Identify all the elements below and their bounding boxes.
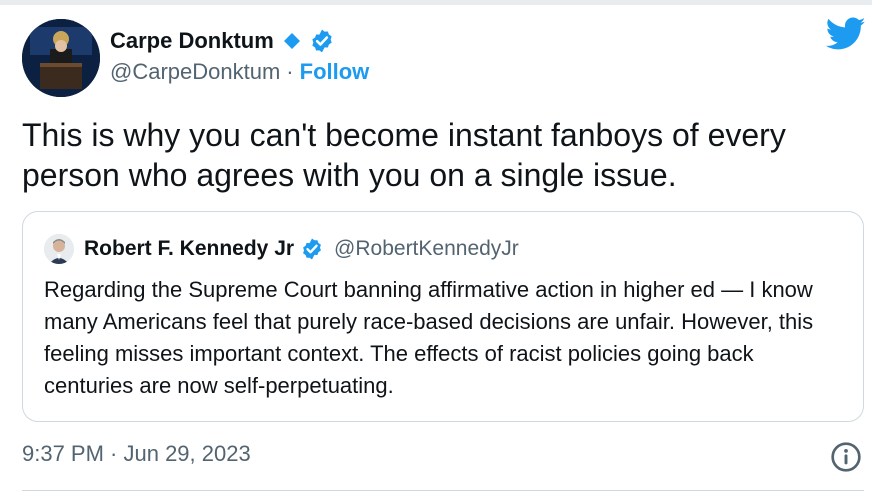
quoted-author-avatar[interactable] <box>44 234 74 264</box>
info-icon[interactable] <box>830 441 862 473</box>
author-name-row: Carpe Donktum <box>110 27 335 55</box>
separator-dot: · <box>286 59 294 84</box>
quoted-verified-badge-icon <box>303 238 321 260</box>
quoted-tweet[interactable]: Robert F. Kennedy Jr @RobertKennedyJr Re… <box>22 211 864 422</box>
avatar-image <box>22 19 100 97</box>
author-avatar[interactable] <box>22 19 100 97</box>
author-name[interactable]: Carpe Donktum <box>110 28 274 54</box>
quoted-author-row: Robert F. Kennedy Jr @RobertKennedyJr <box>84 234 519 264</box>
twitter-bird-icon[interactable] <box>826 17 866 51</box>
quoted-author-handle[interactable]: @RobertKennedyJr <box>334 237 519 261</box>
author-handle-row: @CarpeDonktum · Follow <box>110 59 369 85</box>
blue-diamond-icon <box>283 33 300 49</box>
tweet-card: Carpe Donktum @CarpeDonktum · Follow Thi… <box>0 5 872 497</box>
tweet-text: This is why you can't become instant fan… <box>22 117 786 193</box>
verified-badge-icon <box>312 29 332 53</box>
quoted-avatar-image <box>44 234 74 264</box>
quoted-author-name[interactable]: Robert F. Kennedy Jr <box>84 237 294 261</box>
tweet-timestamp[interactable]: 9:37 PM · Jun 29, 2023 <box>22 441 251 467</box>
author-handle[interactable]: @CarpeDonktum <box>110 59 280 85</box>
quoted-tweet-text: Regarding the Supreme Court banning affi… <box>44 277 814 398</box>
follow-button[interactable]: Follow <box>300 59 370 85</box>
bottom-divider <box>22 490 864 491</box>
